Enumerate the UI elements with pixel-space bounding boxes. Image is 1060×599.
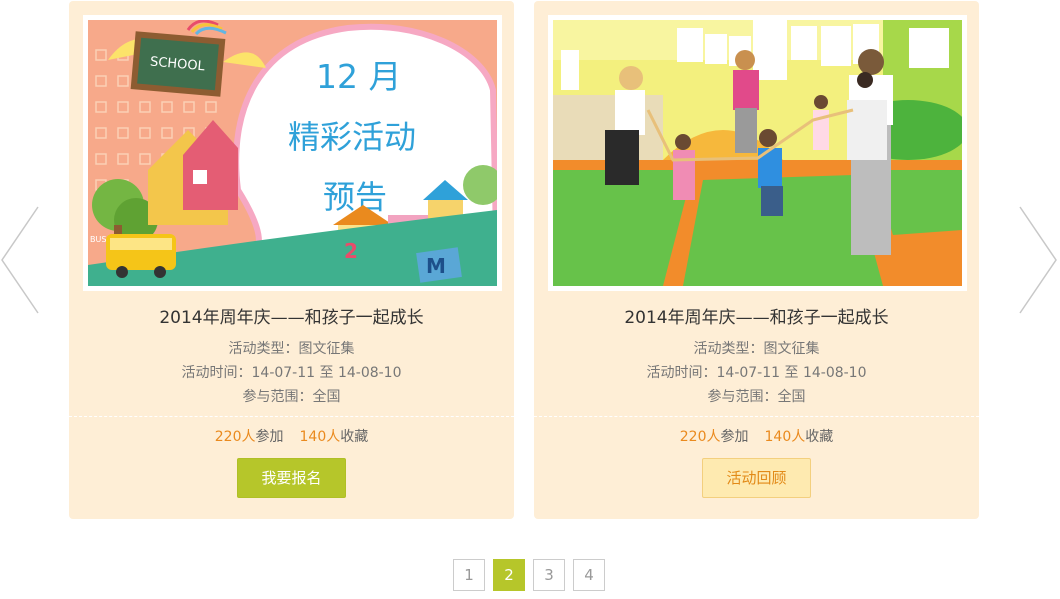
favorites-label: 收藏 <box>340 429 369 445</box>
chevron-right-icon <box>1019 206 1057 314</box>
page-4-button[interactable]: 4 <box>573 559 605 591</box>
signup-button[interactable]: 我要报名 <box>237 458 346 498</box>
favorites-label: 收藏 <box>805 429 834 445</box>
poster-bus-text: BUS <box>90 235 106 244</box>
poster-line-1: 12 月 <box>316 57 401 96</box>
chevron-left-icon <box>1 206 39 314</box>
participants-count: 220人 <box>679 429 721 445</box>
activity-stats: 220人参加 140人收藏 <box>69 426 514 446</box>
activity-stats: 220人参加 140人收藏 <box>534 426 979 446</box>
poster-line-2: 精彩活动 <box>288 118 416 156</box>
card-title[interactable]: 2014年周年庆——和孩子一起成长 <box>534 303 979 328</box>
participants-label: 参加 <box>255 429 284 445</box>
favorites-count: 140人 <box>299 429 341 445</box>
participants-label: 参加 <box>720 429 749 445</box>
review-button[interactable]: 活动回顾 <box>702 458 811 498</box>
dashed-divider <box>69 416 514 417</box>
activity-carousel: SCHOOL 12 月 精彩活动 预告 BUS M 2 2014年周年庆——和孩… <box>0 0 1060 599</box>
participants-count: 220人 <box>214 429 256 445</box>
classroom-photo <box>553 20 962 286</box>
poster-line-3: 预告 <box>323 178 387 216</box>
prev-arrow-button[interactable] <box>0 205 40 315</box>
page-3-button[interactable]: 3 <box>533 559 565 591</box>
activity-card: 2014年周年庆——和孩子一起成长 活动类型：图文征集 活动时间：14-07-1… <box>534 1 979 519</box>
activity-time: 活动时间：14-07-11 至 14-08-10 <box>181 365 402 381</box>
poster-badge-text: M <box>426 254 446 278</box>
page-2-button[interactable]: 2 <box>493 559 525 591</box>
next-arrow-button[interactable] <box>1018 205 1058 315</box>
dashed-divider <box>534 416 979 417</box>
svg-text:2: 2 <box>344 239 358 263</box>
activity-poster[interactable]: SCHOOL 12 月 精彩活动 预告 BUS M 2 <box>83 15 502 291</box>
activity-scope: 参与范围：全国 <box>707 389 806 405</box>
activity-scope: 参与范围：全国 <box>242 389 341 405</box>
favorites-count: 140人 <box>764 429 806 445</box>
poster-illustration: SCHOOL 12 月 精彩活动 预告 BUS M 2 <box>88 20 497 286</box>
activity-photo[interactable] <box>548 15 967 291</box>
page-1-button[interactable]: 1 <box>453 559 485 591</box>
activity-time: 活动时间：14-07-11 至 14-08-10 <box>646 365 867 381</box>
activity-card: SCHOOL 12 月 精彩活动 预告 BUS M 2 2014年周年庆——和孩… <box>69 1 514 519</box>
activity-type: 活动类型：图文征集 <box>693 341 820 357</box>
activity-type: 活动类型：图文征集 <box>228 341 355 357</box>
card-title[interactable]: 2014年周年庆——和孩子一起成长 <box>69 303 514 328</box>
